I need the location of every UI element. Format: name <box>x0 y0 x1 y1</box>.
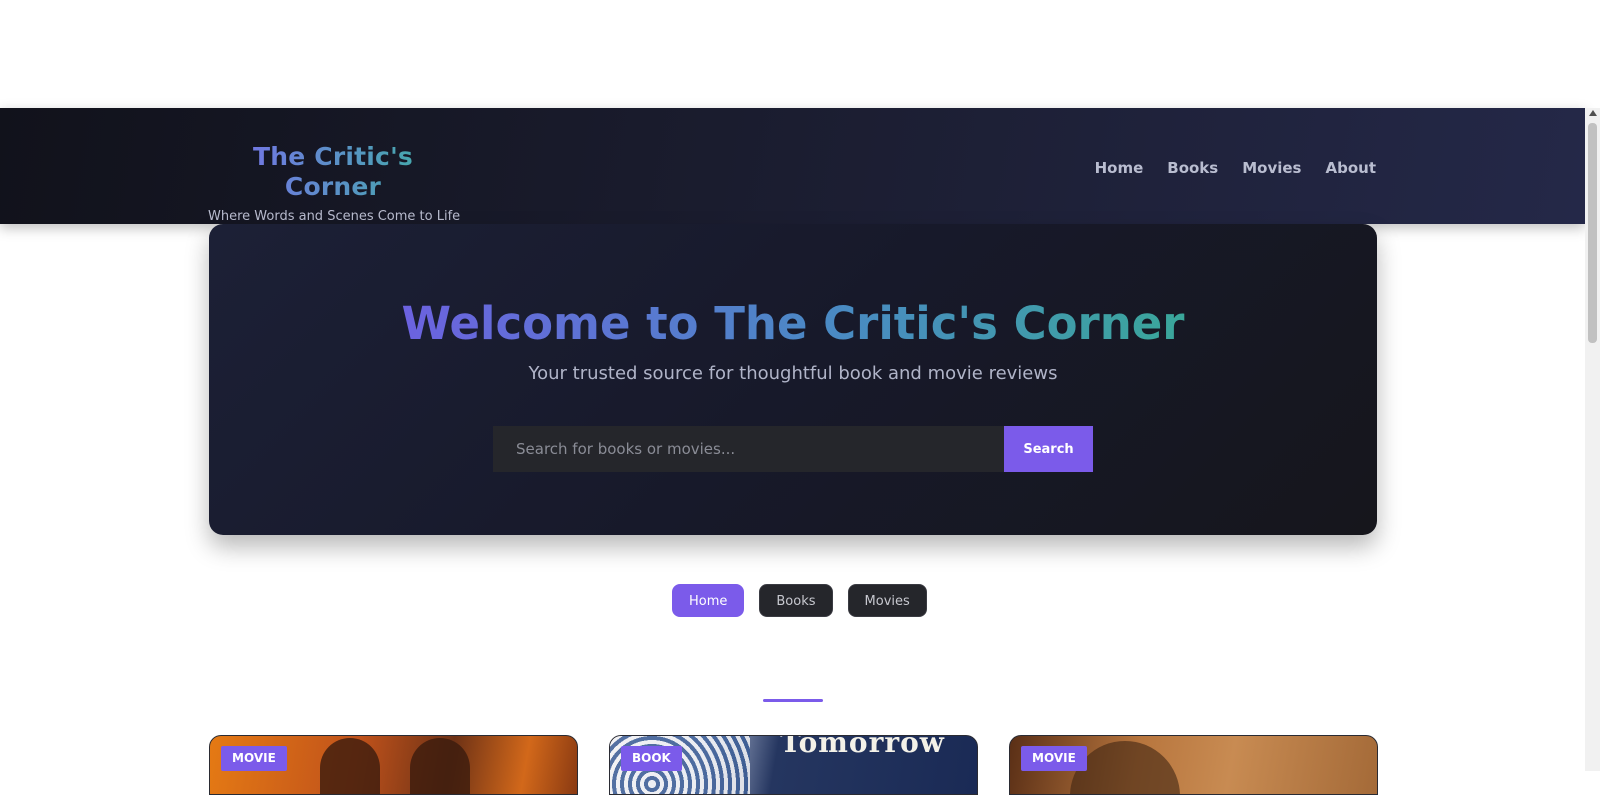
brand[interactable]: The Critic's Corner Where Words and Scen… <box>208 142 461 225</box>
nav-home[interactable]: Home <box>1095 158 1144 178</box>
hero-subtitle: Your trusted source for thoughtful book … <box>528 363 1058 384</box>
card-type-badge: MOVIE <box>221 746 287 771</box>
review-card[interactable]: MOVIE <box>209 735 578 795</box>
page-scrollbar[interactable] <box>1585 108 1600 771</box>
review-card[interactable]: Tomorrow BOOK <box>609 735 978 795</box>
search-bar: Search <box>493 426 1093 472</box>
category-filters: Home Books Movies <box>672 584 927 617</box>
page-top-space <box>0 0 1600 108</box>
search-button[interactable]: Search <box>1004 426 1093 472</box>
cover-title-text: Tomorrow <box>780 735 945 759</box>
hero-title: Welcome to The Critic's Corner <box>401 297 1185 350</box>
filter-books-button[interactable]: Books <box>759 584 833 617</box>
brand-title[interactable]: The Critic's Corner <box>208 142 458 202</box>
review-card[interactable]: MOVIE <box>1009 735 1378 795</box>
filter-home-button[interactable]: Home <box>672 584 745 617</box>
poster-figure <box>320 738 380 794</box>
nav-movies[interactable]: Movies <box>1242 158 1301 178</box>
brand-tagline: Where Words and Scenes Come to Life <box>208 209 461 224</box>
search-input[interactable] <box>493 426 1004 472</box>
main-nav: Home Books Movies About <box>1095 158 1376 178</box>
nav-about[interactable]: About <box>1325 158 1376 178</box>
poster-figure <box>410 738 470 794</box>
card-type-badge: BOOK <box>621 746 682 771</box>
card-type-badge: MOVIE <box>1021 746 1087 771</box>
scrollbar-thumb[interactable] <box>1588 123 1597 343</box>
nav-books[interactable]: Books <box>1167 158 1218 178</box>
filter-movies-button[interactable]: Movies <box>847 584 927 617</box>
site-header: The Critic's Corner Where Words and Scen… <box>0 108 1585 224</box>
scroll-up-icon[interactable] <box>1589 110 1597 116</box>
section-divider <box>763 699 823 702</box>
hero-section: Welcome to The Critic's Corner Your trus… <box>209 224 1377 535</box>
